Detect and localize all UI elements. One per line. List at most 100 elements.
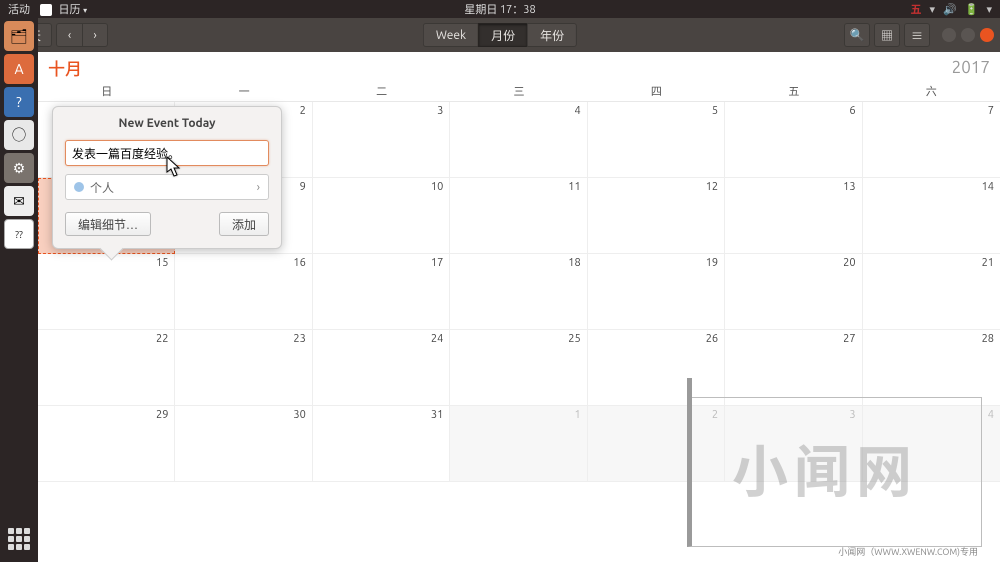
- day-number: 23: [293, 333, 305, 345]
- day-number: 18: [568, 257, 580, 269]
- next-button[interactable]: ›: [82, 23, 108, 47]
- day-cell[interactable]: 22: [38, 330, 175, 406]
- edit-details-button[interactable]: 编辑细节…: [65, 212, 151, 236]
- battery-icon[interactable]: 🔋: [965, 3, 979, 16]
- day-cell[interactable]: 19: [588, 254, 725, 330]
- year-label: 2017: [952, 58, 990, 77]
- dock-settings[interactable]: ⚙: [4, 153, 34, 183]
- day-cell[interactable]: 14: [863, 178, 1000, 254]
- day-number: 13: [843, 181, 855, 193]
- day-number: 15: [156, 257, 168, 269]
- input-lang-indicator[interactable]: 五: [911, 1, 922, 17]
- day-cell[interactable]: 2: [588, 406, 725, 482]
- dock-software[interactable]: A: [4, 54, 34, 84]
- day-cell[interactable]: 28: [863, 330, 1000, 406]
- day-cell[interactable]: 4: [450, 102, 587, 178]
- gear-icon: ⚙: [13, 160, 26, 177]
- calendar-icon: ??: [15, 229, 23, 240]
- minimize-button[interactable]: [942, 28, 956, 42]
- close-button[interactable]: [980, 28, 994, 42]
- dock-help[interactable]: ?: [4, 87, 34, 117]
- day-number: 4: [988, 409, 994, 421]
- day-cell[interactable]: 7: [863, 102, 1000, 178]
- day-number: 17: [431, 257, 443, 269]
- day-cell[interactable]: 24: [313, 330, 450, 406]
- chromium-icon: ◯: [12, 125, 26, 145]
- day-cell[interactable]: 10: [313, 178, 450, 254]
- day-number: 4: [574, 105, 580, 117]
- day-cell[interactable]: 3: [725, 406, 862, 482]
- day-cell[interactable]: 29: [38, 406, 175, 482]
- day-cell[interactable]: 18: [450, 254, 587, 330]
- view-month[interactable]: 月份: [478, 23, 527, 47]
- show-apps-button[interactable]: [4, 524, 34, 554]
- dock-files[interactable]: 🗂: [4, 21, 34, 51]
- view-switcher: Week 月份 年份: [423, 23, 577, 47]
- day-cell[interactable]: 31: [313, 406, 450, 482]
- day-cell[interactable]: 26: [588, 330, 725, 406]
- day-cell[interactable]: 12: [588, 178, 725, 254]
- day-cell[interactable]: 25: [450, 330, 587, 406]
- app-menu[interactable]: 日历 ▾: [40, 1, 87, 17]
- day-number: 25: [568, 333, 580, 345]
- day-number: 3: [849, 409, 855, 421]
- day-cell[interactable]: 4: [863, 406, 1000, 482]
- day-number: 10: [431, 181, 443, 193]
- system-menu-icon[interactable]: ▾: [986, 3, 992, 16]
- day-number: 1: [574, 409, 580, 421]
- grid-icon: ▦: [881, 27, 893, 44]
- sources-button[interactable]: ▦: [874, 23, 900, 47]
- network-icon[interactable]: ▾: [930, 3, 936, 16]
- day-cell[interactable]: 17: [313, 254, 450, 330]
- search-button[interactable]: 🔍: [844, 23, 870, 47]
- day-number: 14: [982, 181, 994, 193]
- day-number: 7: [988, 105, 994, 117]
- help-icon: ?: [16, 94, 21, 110]
- maximize-button[interactable]: [961, 28, 975, 42]
- activities-button[interactable]: 活动: [8, 1, 30, 17]
- day-cell[interactable]: 11: [450, 178, 587, 254]
- day-cell[interactable]: 20: [725, 254, 862, 330]
- day-cell[interactable]: 23: [175, 330, 312, 406]
- dow-cell: 五: [725, 82, 862, 102]
- dropdown-icon: ▾: [83, 6, 87, 15]
- dow-cell: 四: [588, 82, 725, 102]
- day-cell[interactable]: 5: [588, 102, 725, 178]
- dow-cell: 日: [38, 82, 175, 102]
- day-number: 16: [293, 257, 305, 269]
- day-cell[interactable]: 3: [313, 102, 450, 178]
- day-cell[interactable]: 27: [725, 330, 862, 406]
- headerbar: 今天 ‹ › Week 月份 年份 🔍 ▦ ≡: [0, 18, 1000, 52]
- dock-calendar[interactable]: ??: [4, 219, 34, 249]
- hamburger-icon: ≡: [911, 27, 923, 44]
- add-button[interactable]: 添加: [219, 212, 269, 236]
- day-cell[interactable]: 1: [450, 406, 587, 482]
- calendar-picker[interactable]: 个人 ›: [65, 174, 269, 200]
- day-cell[interactable]: 6: [725, 102, 862, 178]
- day-number: 22: [156, 333, 168, 345]
- view-week[interactable]: Week: [423, 23, 478, 47]
- day-cell[interactable]: 30: [175, 406, 312, 482]
- day-cell[interactable]: 15: [38, 254, 175, 330]
- dock-chromium[interactable]: ◯: [4, 120, 34, 150]
- volume-icon[interactable]: 🔊: [943, 3, 957, 16]
- envelope-icon: ✉: [13, 193, 25, 210]
- day-number: 30: [293, 409, 305, 421]
- clock[interactable]: 星期日 17：38: [464, 1, 535, 17]
- day-number: 19: [706, 257, 718, 269]
- day-number: 26: [706, 333, 718, 345]
- calendar-color-dot: [74, 182, 84, 192]
- store-icon: A: [14, 61, 23, 77]
- chevron-left-icon: ‹: [68, 29, 71, 42]
- view-year[interactable]: 年份: [527, 23, 577, 47]
- day-cell[interactable]: 21: [863, 254, 1000, 330]
- dock-mail[interactable]: ✉: [4, 186, 34, 216]
- dow-cell: 六: [863, 82, 1000, 102]
- day-cell[interactable]: 16: [175, 254, 312, 330]
- day-number: 6: [849, 105, 855, 117]
- event-title-input[interactable]: [65, 140, 269, 166]
- prev-button[interactable]: ‹: [56, 23, 82, 47]
- day-cell[interactable]: 13: [725, 178, 862, 254]
- search-icon: 🔍: [850, 28, 865, 42]
- menu-button[interactable]: ≡: [904, 23, 930, 47]
